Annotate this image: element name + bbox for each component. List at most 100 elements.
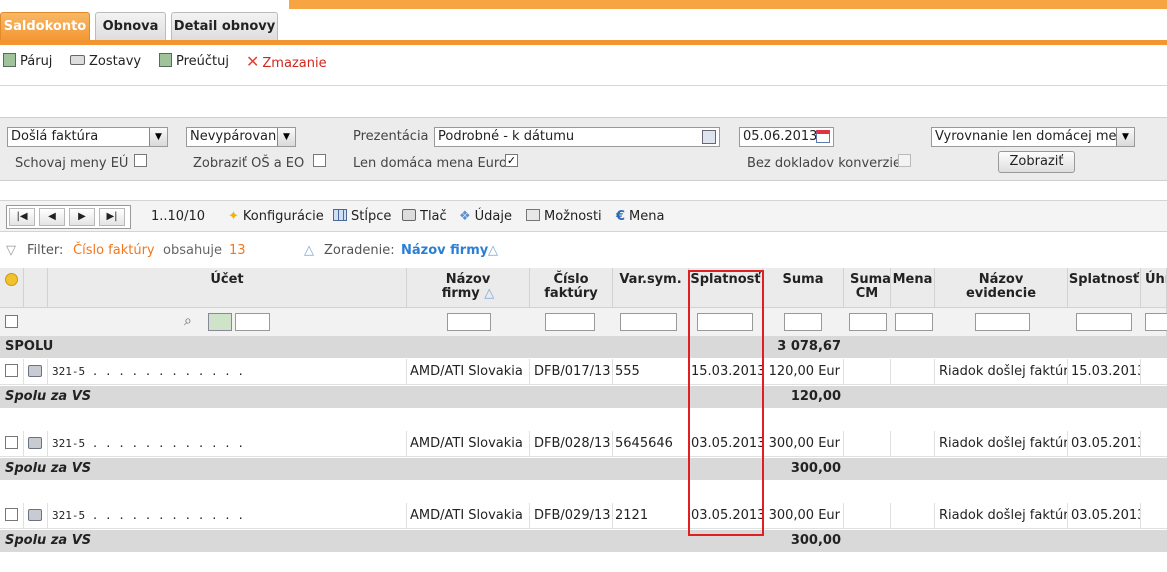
- splatnost-2-filter-input[interactable]: [1076, 313, 1132, 331]
- sort-asc-icon[interactable]: △: [488, 243, 498, 258]
- tab-obnova[interactable]: Obnova: [95, 12, 166, 42]
- data-icon: ❖: [459, 209, 471, 224]
- col-ucet[interactable]: Účet: [48, 268, 407, 308]
- sort-field[interactable]: Názov firmy: [401, 243, 488, 258]
- col-var-sym[interactable]: Var.sym.: [613, 268, 689, 308]
- splatnost-2-cell: 03.05.2013: [1068, 503, 1141, 529]
- mena-button[interactable]: € Mena: [616, 208, 664, 226]
- prezentacia-select[interactable]: Podrobné - k dátumu: [434, 127, 720, 147]
- zobrazit-button[interactable]: Zobraziť: [998, 151, 1075, 173]
- suma-filter-input[interactable]: [784, 313, 822, 331]
- konfiguracie-button[interactable]: ✦ Konfigurácie: [228, 208, 324, 226]
- status-icon: [5, 273, 18, 286]
- col-nazov-evidencie-label: Názov evidencie: [965, 272, 1037, 301]
- next-page-icon[interactable]: ▶: [69, 208, 95, 226]
- printer-icon[interactable]: [28, 365, 42, 377]
- firma-cell: AMD/ATI Slovakia: [407, 503, 530, 529]
- splatnost-filter-input[interactable]: [697, 313, 753, 331]
- uhr-filter-input[interactable]: [1145, 313, 1167, 331]
- col-suma-label: Suma: [782, 272, 824, 287]
- select-all-header[interactable]: [0, 268, 24, 308]
- tab-saldokonto[interactable]: Saldokonto: [0, 12, 90, 42]
- col-suma-cm[interactable]: Suma CM: [844, 268, 891, 308]
- nazov-firmy-filter-input[interactable]: [447, 313, 491, 331]
- filter-panel: Došlá faktúra ▼ Nevypárované ▼ Prezentác…: [0, 117, 1167, 181]
- chevron-down-icon: ▼: [1116, 128, 1134, 146]
- col-var-sym-label: Var.sym.: [619, 272, 682, 287]
- row-checkbox[interactable]: [5, 508, 18, 521]
- nazov-evidencie-filter-input[interactable]: [975, 313, 1030, 331]
- evidencia-cell: Riadok došlej faktúry: [935, 431, 1068, 457]
- len-domaca-checkbox[interactable]: ✓: [505, 154, 518, 167]
- faktura-cell: DFB/017/13: [530, 359, 613, 385]
- prev-page-icon[interactable]: ◀: [39, 208, 65, 226]
- moznosti-button[interactable]: Možnosti: [526, 208, 602, 226]
- last-page-icon[interactable]: ▶|: [99, 208, 125, 226]
- col-mena[interactable]: Mena: [891, 268, 935, 308]
- doc-type-select[interactable]: Došlá faktúra ▼: [7, 127, 168, 147]
- col-nazov-firmy[interactable]: Názov firmy △: [407, 268, 530, 308]
- icon-column-header: [24, 268, 48, 308]
- printer-icon[interactable]: [28, 437, 42, 449]
- udaje-button[interactable]: ❖ Údaje: [459, 208, 512, 226]
- doc-type-value: Došlá faktúra: [11, 129, 99, 144]
- bez-dokladov-checkbox[interactable]: [898, 154, 911, 167]
- col-uhr[interactable]: Úhr: [1141, 268, 1167, 308]
- ucet-cell: 321-5 . . . . . . . . . . . .: [48, 503, 407, 529]
- select-all-checkbox[interactable]: [5, 315, 18, 328]
- evidencia-cell: Riadok došlej faktúry: [935, 359, 1068, 385]
- cislo-faktury-filter-input[interactable]: [545, 313, 595, 331]
- mena-cell: [891, 503, 935, 529]
- filter-value[interactable]: 13: [229, 243, 246, 258]
- pairing-select[interactable]: Nevypárované ▼: [186, 127, 296, 147]
- calculator-icon: [159, 53, 172, 67]
- col-nazov-evidencie[interactable]: Názov evidencie: [935, 268, 1068, 308]
- splatnost-2-cell: 15.03.2013: [1068, 359, 1141, 385]
- suma-cm-filter-input[interactable]: [849, 313, 887, 331]
- zmazanie-button[interactable]: ✕ Zmazanie: [246, 52, 327, 72]
- printer-icon[interactable]: [28, 509, 42, 521]
- col-splatnost-2-label: Splatnosť: [1068, 272, 1140, 287]
- first-page-icon[interactable]: |◀: [9, 208, 35, 226]
- zostavy-button[interactable]: Zostavy: [70, 52, 141, 72]
- col-splatnost[interactable]: Splatnosť: [689, 268, 763, 308]
- col-splatnost-2[interactable]: Splatnosť: [1068, 268, 1141, 308]
- subtotal-value: 120,00: [790, 389, 841, 404]
- tlac-button[interactable]: Tlač: [402, 208, 447, 226]
- funnel-icon: ▽: [6, 243, 16, 258]
- suma-cell: 300,00 Eur: [763, 503, 844, 529]
- list-picker-icon: [702, 130, 716, 144]
- schovaj-checkbox[interactable]: [134, 154, 147, 167]
- ucet-filter-input[interactable]: [235, 313, 270, 331]
- mena-cell: [891, 431, 935, 457]
- zostavy-label: Zostavy: [89, 54, 142, 69]
- filter-eraser-icon[interactable]: [208, 313, 232, 331]
- search-icon[interactable]: ⌕: [184, 313, 192, 329]
- col-suma[interactable]: Suma: [763, 268, 844, 308]
- zobrazit-os-checkbox[interactable]: [313, 154, 326, 167]
- row-checkbox[interactable]: [5, 436, 18, 449]
- col-cislo-faktury[interactable]: Číslo faktúry: [530, 268, 613, 308]
- col-splatnost-label: Splatnosť: [690, 272, 761, 287]
- suma-cm-cell: [844, 503, 891, 529]
- paruj-button[interactable]: Páruj: [3, 52, 52, 72]
- firma-cell: AMD/ATI Slovakia: [407, 359, 530, 385]
- filter-field[interactable]: Číslo faktúry: [73, 243, 155, 258]
- preuctuj-button[interactable]: Preúčtuj: [159, 52, 229, 72]
- table-row[interactable]: 321-5 . . . . . . . . . . . . AMD/ATI Sl…: [0, 431, 1167, 457]
- table-row[interactable]: 321-5 . . . . . . . . . . . . AMD/ATI Sl…: [0, 359, 1167, 385]
- row-checkbox[interactable]: [5, 364, 18, 377]
- date-field[interactable]: 05.06.2013: [739, 127, 834, 147]
- splatnost-2-cell: 03.05.2013: [1068, 431, 1141, 457]
- var-sym-filter-input[interactable]: [620, 313, 677, 331]
- stlpce-button[interactable]: Stĺpce: [333, 208, 391, 226]
- faktura-cell: DFB/029/13: [530, 503, 613, 529]
- row-icon-cell: [24, 431, 48, 457]
- tab-detail-obnovy[interactable]: Detail obnovy: [171, 12, 278, 42]
- bez-dokladov-label: Bez dokladov konverzie: [747, 156, 901, 171]
- row-checkbox-cell: [0, 503, 24, 529]
- tab-underline: [0, 40, 1167, 45]
- mena-filter-input[interactable]: [895, 313, 933, 331]
- vyrovnanie-select[interactable]: Vyrovnanie len domácej meny ▼: [931, 127, 1135, 147]
- table-row[interactable]: 321-5 . . . . . . . . . . . . AMD/ATI Sl…: [0, 503, 1167, 529]
